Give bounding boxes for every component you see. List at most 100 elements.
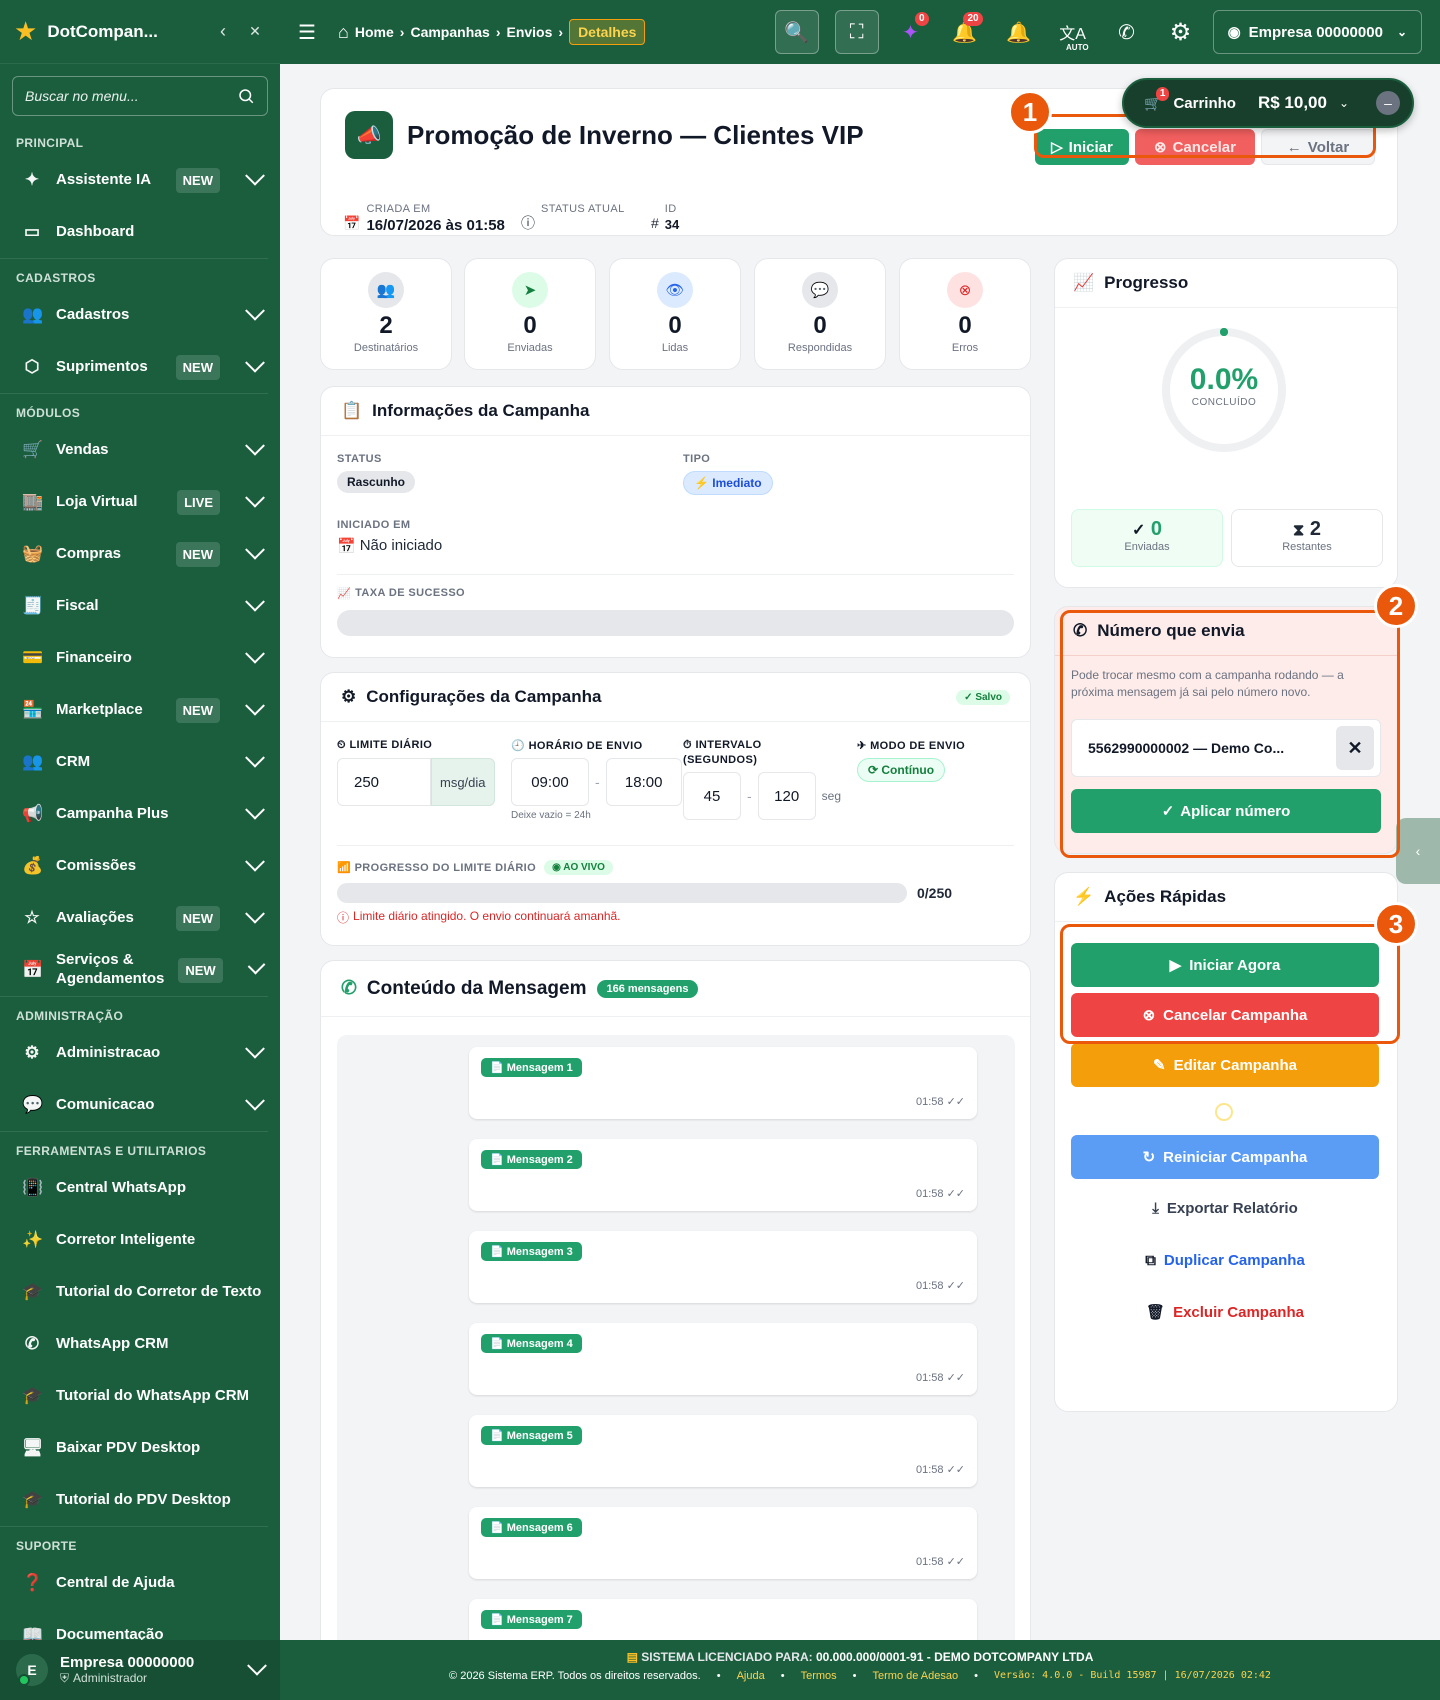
section-modulos: MÓDULOS [0, 393, 268, 424]
sidebar-item-label: Financeiro [56, 648, 132, 666]
message-item[interactable]: 📄 Mensagem 4 01:58 ✓✓ [469, 1323, 977, 1395]
sidebar-item-cadastros[interactable]: 👥 Cadastros [0, 289, 280, 341]
interval-label: INTERVALO [695, 739, 762, 751]
close-icon[interactable]: ✕ [244, 23, 266, 40]
sidebar-item-central-whatsapp[interactable]: 📳 Central WhatsApp [0, 1162, 280, 1214]
footer-link-terms[interactable]: Termos [801, 1670, 837, 1682]
sidebar-item-financeiro[interactable]: 💳 Financeiro [0, 632, 280, 684]
cart-popover[interactable]: 🛒 1 Carrinho R$ 10,00 ⌄ – [1122, 78, 1414, 128]
sidebar-item-campanha[interactable]: 📢 Campanha Plus [0, 788, 280, 840]
sidebar-item-crm[interactable]: 👥 CRM [0, 736, 280, 788]
footer-link-help[interactable]: Ajuda [737, 1670, 765, 1682]
limit-unit: msg/dia [431, 758, 495, 806]
message-item[interactable]: 📄 Mensagem 3 01:58 ✓✓ [469, 1231, 977, 1303]
chevron-down-icon: ⌄ [1338, 96, 1350, 110]
notifications-button[interactable]: 🔔 20 [943, 10, 987, 54]
sidebar-item-dashboard[interactable]: ▭ Dashboard [0, 206, 280, 258]
progress-card: 📈 Progresso 0.0% CONCLUÍDO ✓ 0 Enviadas ⧗… [1054, 258, 1398, 588]
minimize-icon[interactable]: – [1376, 91, 1400, 115]
search-button[interactable]: 🔍 [774, 10, 819, 54]
chevron-down-icon [245, 539, 265, 560]
new-badge: NEW [175, 905, 220, 931]
sidebar-item-compras[interactable]: 🧺 Compras NEW [0, 528, 280, 580]
company-name: Empresa 00000000 [1248, 23, 1383, 41]
search-bolt-icon: 🔍 [784, 21, 810, 44]
sidebar-item-label: Serviços & Agendamentos [56, 951, 165, 987]
gear-icon: ⚙ [341, 687, 357, 706]
sidebar-item-assistente[interactable]: ✦ Assistente IA NEW [0, 154, 280, 206]
message-item[interactable]: 📄 Mensagem 1 01:58 ✓✓ [469, 1047, 977, 1119]
sidebar-item-administracao[interactable]: ⚙ Administracao [0, 1027, 280, 1079]
sidebar-item-central-ajuda[interactable]: ❓ Central de Ajuda [0, 1557, 280, 1609]
export-report-button[interactable]: ⤓ Exportar Relatório [1071, 1191, 1379, 1225]
type-value: Imediato [712, 476, 762, 490]
settings-button[interactable]: ⚙ [1159, 10, 1203, 54]
remaining-box: ⧗ 2 Restantes [1231, 509, 1383, 567]
double-check-icon: ✓✓ [946, 1096, 965, 1108]
license-icon: ▤ [626, 1650, 638, 1664]
fullscreen-button[interactable]: ⛶ [834, 10, 879, 54]
sidebar-item-comunicacao[interactable]: 💬 Comunicacao [0, 1079, 280, 1131]
alerts-button[interactable]: 🔔 [997, 10, 1041, 54]
sidebar-item-tutorial-crm[interactable]: 🎓 Tutorial do WhatsApp CRM [0, 1370, 280, 1422]
interval-min-input[interactable]: 45 [683, 772, 741, 820]
breadcrumb-separator: › [558, 24, 564, 40]
info-icon: ⓘ [521, 215, 535, 231]
section-ferramentas: FERRAMENTAS E UTILITARIOS [0, 1131, 268, 1162]
section-administracao: ADMINISTRAÇÃO [0, 996, 268, 1027]
interval-max-input[interactable]: 120 [757, 772, 816, 820]
sidebar-item-marketplace[interactable]: 🏪 Marketplace NEW [0, 684, 280, 736]
sidebar-item-label: WhatsApp CRM [56, 1334, 169, 1352]
whatsapp-icon: ✆ [1118, 21, 1135, 44]
collapse-chevron-icon[interactable]: ‹ [212, 21, 234, 42]
breadcrumb-envios[interactable]: Envios [506, 24, 552, 40]
id-value: 34 [664, 217, 680, 232]
progress-title: Progresso [1104, 273, 1189, 292]
ai-button[interactable]: ✦ 0 [889, 10, 933, 54]
sidebar-user[interactable]: E Empresa 00000000 ⛨ Administrador [0, 1640, 280, 1700]
message-title: Mensagem 6 [506, 1522, 573, 1534]
edit-campaign-button[interactable]: ✎ Editar Campanha [1071, 1043, 1379, 1087]
saved-badge: ✓ Salvo [956, 689, 1010, 705]
chevron-down-icon [245, 643, 265, 664]
breadcrumb-home[interactable]: Home [355, 24, 394, 40]
sidebar-item-tutorial-pdv[interactable]: 🎓 Tutorial do PDV Desktop [0, 1474, 280, 1526]
delete-campaign-button[interactable]: 🗑 Excluir Campanha [1071, 1295, 1379, 1329]
sidebar-item-loja[interactable]: 🏬 Loja Virtual LIVE [0, 476, 280, 528]
restart-campaign-button[interactable]: ↻ Reiniciar Campanha [1071, 1135, 1379, 1179]
sidebar-search-input[interactable]: Buscar no menu... [12, 76, 268, 116]
box-icon: ⬡ [24, 357, 40, 376]
breadcrumb-campanhas[interactable]: Campanhas [410, 24, 489, 40]
whatsapp-button[interactable]: ✆ [1105, 10, 1149, 54]
sidebar-item-corretor[interactable]: ✨ Corretor Inteligente [0, 1214, 280, 1266]
live-badge: LIVE [177, 489, 220, 515]
sidebar-item-tutorial-corretor[interactable]: 🎓 Tutorial do Corretor de Texto [0, 1266, 280, 1318]
hour-start-input[interactable]: 09:00 [511, 758, 589, 806]
duplicate-campaign-button[interactable]: ⧉ Duplicar Campanha [1071, 1243, 1379, 1277]
chart-line-icon: 📈 [1073, 273, 1095, 292]
started-value: Não iniciado [359, 537, 443, 554]
limit-input[interactable]: 250 [337, 758, 431, 806]
sidebar-item-vendas[interactable]: 🛒 Vendas [0, 424, 280, 476]
company-selector[interactable]: ◉ Empresa 00000000 ⌄ [1212, 10, 1422, 54]
message-item[interactable]: 📄 Mensagem 5 01:58 ✓✓ [469, 1415, 977, 1487]
breadcrumb: ⌂ Home › Campanhas › Envios › Detalhes [338, 19, 646, 45]
hour-end-input[interactable]: 18:00 [605, 758, 682, 806]
sent-label: Enviadas [1124, 541, 1170, 553]
sidebar-item-servicos[interactable]: 📅 Serviços & Agendamentos NEW [0, 944, 280, 996]
message-item[interactable]: 📄 Mensagem 6 01:58 ✓✓ [469, 1507, 977, 1579]
message-item[interactable]: 📄 Mensagem 2 01:58 ✓✓ [469, 1139, 977, 1211]
sidebar-item-label: Tutorial do WhatsApp CRM [56, 1386, 250, 1404]
sidebar-item-baixar-pdv[interactable]: 🖥 Baixar PDV Desktop [0, 1422, 280, 1474]
sidebar-item-fiscal[interactable]: 🧾 Fiscal [0, 580, 280, 632]
side-drawer-tab[interactable]: ‹ [1396, 818, 1440, 884]
sidebar-item-avaliacoes[interactable]: ☆ Avaliações NEW [0, 892, 280, 944]
translate-auto-button[interactable]: 文A AUTO [1051, 10, 1095, 54]
sidebar-item-comissoes[interactable]: 💰 Comissões [0, 840, 280, 892]
menu-icon[interactable]: ☰ [298, 20, 328, 45]
mode-badge[interactable]: ⟳ Contínuo [857, 758, 946, 782]
sidebar-item-whatsapp-crm[interactable]: ✆ WhatsApp CRM [0, 1318, 280, 1370]
cart-label: Carrinho [1173, 94, 1236, 112]
footer-link-adhesion[interactable]: Termo de Adesao [873, 1670, 959, 1682]
sidebar-item-suprimentos[interactable]: ⬡ Suprimentos NEW [0, 341, 280, 393]
